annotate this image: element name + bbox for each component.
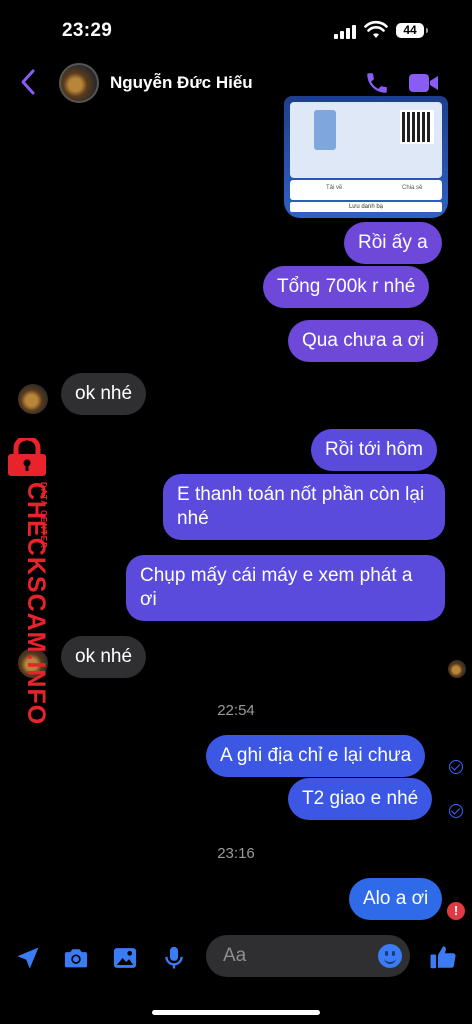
message-outgoing[interactable]: Alo a ơi [349, 878, 443, 920]
message-incoming[interactable]: ok nhé [61, 373, 147, 415]
message-outgoing[interactable]: Rồi ấy a [344, 222, 442, 264]
message-outgoing[interactable]: Tổng 700k r nhé [263, 266, 430, 308]
message-outgoing[interactable]: E thanh toán nốt phần còn lại nhé [163, 474, 445, 540]
image-label-left: Tải về [326, 185, 343, 191]
phone-call-icon[interactable] [364, 70, 390, 96]
message-outgoing[interactable]: Chụp mấy cái máy e xem phát a ơi [126, 555, 445, 621]
status-time: 23:29 [62, 20, 113, 41]
contact-avatar[interactable] [59, 63, 99, 103]
gallery-icon[interactable] [111, 944, 139, 972]
watermark: CHECKSCAM.INFO DATA CENTER [2, 438, 52, 725]
lock-icon [8, 438, 46, 476]
send-failed-icon[interactable]: ! [447, 902, 465, 920]
qr-code-graphic [400, 110, 434, 144]
status-bar: 23:29 44 [0, 0, 472, 60]
location-arrow-icon[interactable] [14, 944, 42, 972]
sent-check-icon [449, 804, 463, 818]
message-input-placeholder: Aa [223, 945, 247, 966]
thumbs-up-icon[interactable] [428, 942, 458, 972]
seen-avatar [448, 660, 466, 678]
timestamp: 22:54 [217, 702, 255, 719]
contact-avatar-small [18, 384, 48, 414]
back-chevron-icon[interactable] [20, 68, 36, 96]
shared-image-attachment[interactable]: Tải về Chia sẻ Lưu danh bạ [284, 96, 448, 218]
image-action-bar: Tải về Chia sẻ [290, 180, 442, 200]
cellular-signal-icon [334, 24, 358, 39]
image-save-label: Lưu danh bạ [290, 202, 442, 212]
home-indicator[interactable] [152, 1010, 320, 1015]
contact-name[interactable]: Nguyễn Đức Hiếu [110, 73, 253, 93]
message-outgoing[interactable]: T2 giao e nhé [288, 778, 433, 820]
battery-indicator: 44 [396, 23, 428, 38]
microphone-icon[interactable] [160, 944, 188, 972]
video-call-icon[interactable] [408, 71, 440, 95]
sent-check-icon [449, 760, 463, 774]
emoji-icon[interactable] [378, 944, 402, 968]
image-label-right: Chia sẻ [402, 185, 423, 191]
message-outgoing[interactable]: Rồi tới hôm [311, 429, 437, 471]
message-input[interactable]: Aa [206, 935, 410, 977]
image-phone-graphic [314, 110, 336, 150]
watermark-subtitle: DATA CENTER [39, 482, 48, 549]
camera-icon[interactable] [62, 944, 90, 972]
timestamp: 23:16 [217, 845, 255, 862]
wifi-icon [364, 20, 388, 38]
message-outgoing[interactable]: Qua chưa a ơi [288, 320, 439, 362]
image-card [290, 102, 442, 178]
message-outgoing[interactable]: A ghi địa chỉ e lại chưa [206, 735, 426, 777]
message-incoming[interactable]: ok nhé [61, 636, 147, 678]
